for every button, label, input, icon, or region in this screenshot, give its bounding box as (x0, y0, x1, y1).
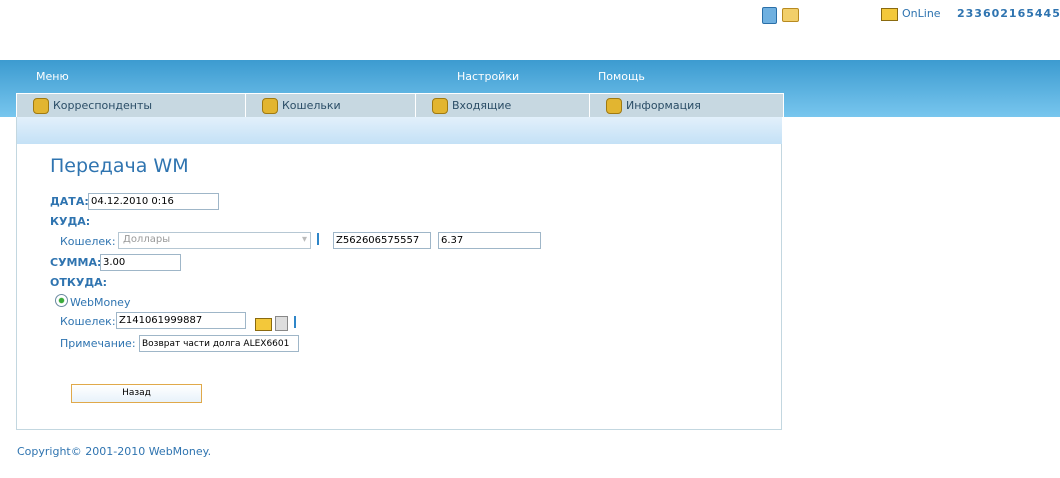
id-card-icon (881, 8, 898, 21)
tab-bar: Корреспонденты Кошельки Входящие Информа… (16, 93, 784, 118)
nav-menu[interactable]: Меню (36, 70, 69, 83)
panel-header (17, 117, 782, 144)
from-label: ОТКУДА: (50, 276, 108, 289)
to-wallet-label: Кошелек: (60, 235, 116, 248)
mail-icon[interactable] (782, 8, 799, 22)
chevron-down-icon: ▾ (301, 234, 307, 245)
tab-label: Входящие (452, 99, 512, 112)
tab-inbox[interactable]: Входящие (416, 94, 590, 117)
to-wallet-select[interactable]: Доллары ▾ (118, 232, 311, 249)
to-balance-field[interactable] (438, 232, 541, 249)
tab-info[interactable]: Информация (590, 94, 783, 117)
sum-field[interactable] (100, 254, 181, 271)
wallet-icon (262, 97, 278, 114)
to-label: КУДА: (50, 215, 91, 228)
from-option-label: WebMoney (70, 296, 131, 309)
back-button[interactable]: Назад (71, 384, 202, 403)
tree-icon[interactable] (294, 316, 305, 328)
inbox-icon (432, 97, 448, 114)
page-title: Передача WM (50, 155, 189, 177)
selected-value: Доллары (123, 234, 171, 245)
wmid: 233602165445 (957, 7, 1060, 20)
online-status: OnLine (902, 7, 941, 20)
to-purse-field[interactable] (333, 232, 431, 249)
tab-correspondents[interactable]: Корреспонденты (17, 94, 246, 117)
from-purse-field[interactable] (116, 312, 246, 329)
sum-label: СУММА: (50, 256, 102, 269)
tab-wallets[interactable]: Кошельки (246, 94, 416, 117)
tab-label: Информация (626, 99, 701, 112)
date-field[interactable] (88, 193, 219, 210)
phone-icon[interactable] (762, 7, 777, 24)
contacts-icon (33, 97, 49, 114)
tab-label: Кошельки (282, 99, 341, 112)
webmoney-radio[interactable] (55, 294, 68, 307)
note-field[interactable] (139, 335, 299, 352)
tab-label: Корреспонденты (53, 99, 153, 112)
nav-settings[interactable]: Настройки (457, 70, 519, 83)
note-label: Примечание: (60, 337, 136, 350)
document-icon[interactable] (275, 316, 288, 331)
id-card-icon[interactable] (255, 318, 272, 331)
nav-help[interactable]: Помощь (598, 70, 645, 83)
info-icon (606, 97, 622, 114)
tree-icon[interactable] (317, 233, 328, 245)
from-wallet-label: Кошелек: (60, 315, 116, 328)
date-label: ДАТА: (50, 195, 89, 208)
copyright: Copyright© 2001-2010 WebMoney. (17, 445, 212, 458)
